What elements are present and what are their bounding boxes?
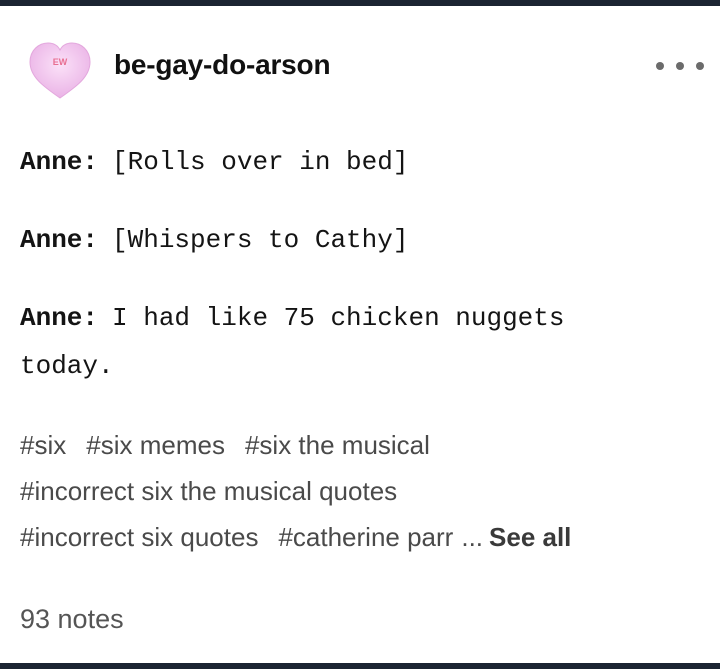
- avatar[interactable]: EW: [24, 34, 96, 106]
- dialogue-text: [Whispers to Cathy]: [112, 225, 409, 255]
- tag-link[interactable]: #six the musical: [245, 422, 430, 468]
- speaker-label: Anne:: [20, 147, 99, 177]
- notes-count[interactable]: 93 notes: [20, 604, 124, 635]
- tag-row: #six #six memes #six the musical: [20, 422, 690, 468]
- post-header: EW be-gay-do-arson: [24, 28, 708, 108]
- tags-ellipsis: ...: [461, 522, 484, 552]
- more-horizontal-icon-dot: [696, 62, 704, 70]
- dialogue-text-continuation: today.: [20, 351, 114, 381]
- more-horizontal-icon: [656, 62, 664, 70]
- post-card: EW be-gay-do-arson Anne: [Rolls over in b…: [0, 0, 720, 669]
- post-body: Anne: [Rolls over in bed] Anne: [Whispers …: [20, 138, 690, 390]
- tag-link[interactable]: #incorrect six the musical quotes: [20, 468, 397, 514]
- avatar-text: EW: [53, 57, 68, 67]
- dialogue-line: Anne: [Rolls over in bed]: [20, 138, 690, 186]
- tag-row: #incorrect six the musical quotes: [20, 468, 690, 514]
- tag-row: #incorrect six quotes #catherine parr... S…: [20, 514, 690, 560]
- dialogue-text: [Rolls over in bed]: [112, 147, 409, 177]
- speaker-label: Anne:: [20, 225, 99, 255]
- tag-link[interactable]: #incorrect six quotes: [20, 514, 258, 560]
- more-horizontal-icon-dot: [676, 62, 684, 70]
- tag-link[interactable]: #six: [20, 422, 66, 468]
- tag-link[interactable]: #six memes: [86, 422, 225, 468]
- see-all-tags-button[interactable]: See all: [489, 522, 571, 552]
- more-options-button[interactable]: [656, 54, 704, 78]
- speaker-label: Anne:: [20, 303, 99, 333]
- dialogue-line: Anne: [Whispers to Cathy]: [20, 216, 690, 264]
- dialogue-line: Anne: I had like 75 chicken nuggets today…: [20, 294, 690, 390]
- tag-list: #six #six memes #six the musical #incorrec…: [20, 422, 690, 560]
- username-link[interactable]: be-gay-do-arson: [114, 49, 331, 81]
- dialogue-text: I had like 75 chicken nuggets: [112, 303, 565, 333]
- tag-link[interactable]: #catherine parr: [278, 514, 453, 560]
